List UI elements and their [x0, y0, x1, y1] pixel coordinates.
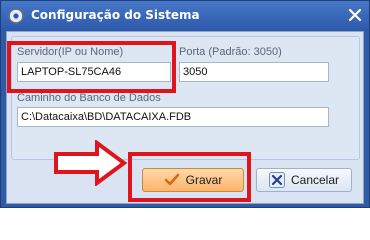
gear-icon	[7, 7, 25, 25]
checkmark-icon	[164, 173, 179, 186]
cancel-button[interactable]: Cancelar	[256, 168, 352, 192]
cancel-x-icon	[268, 172, 285, 188]
cancel-button-label: Cancelar	[290, 173, 340, 187]
server-highlight-box	[7, 41, 176, 93]
port-input[interactable]: 3050	[179, 62, 329, 82]
db-path-input[interactable]: C:\Datacaixa\BD\DATACAIXA.FDB	[17, 107, 329, 127]
title-bar[interactable]: Configuração do Sistema	[1, 1, 369, 31]
config-dialog: Configuração do Sistema Servidor(IP ou N…	[0, 0, 370, 208]
save-button[interactable]: Gravar	[142, 168, 244, 192]
close-icon[interactable]	[345, 5, 365, 25]
right-arrow-icon	[54, 140, 127, 186]
save-button-label: Gravar	[185, 173, 223, 187]
db-path-label: Caminho do Banco de Dados	[17, 92, 161, 104]
window-title: Configuração do Sistema	[31, 8, 200, 22]
port-label: Porta (Padrão: 3050)	[179, 46, 282, 58]
